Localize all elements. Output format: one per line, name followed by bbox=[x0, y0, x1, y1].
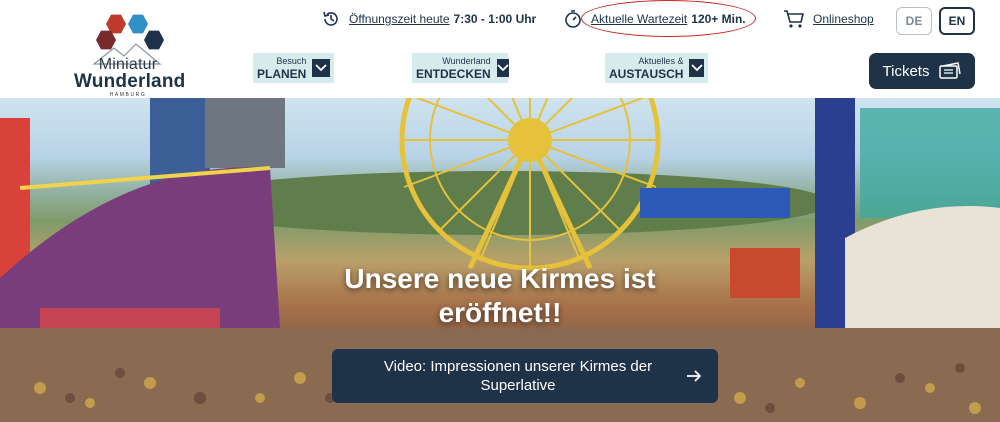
opening-hours-link[interactable]: Öffnungszeit heute bbox=[349, 12, 450, 26]
nav-aktuelles-austausch[interactable]: Aktuelles & AUSTAUSCH bbox=[605, 53, 708, 83]
hero-video-button[interactable]: Video: Impressionen unserer Kirmes der S… bbox=[332, 349, 718, 403]
chevron-down-icon bbox=[312, 59, 330, 77]
waiting-time-highlight-ring bbox=[581, 0, 756, 37]
hero-title: Unsere neue Kirmes ist eröffnet!! bbox=[344, 263, 656, 328]
nav-besuch-planen[interactable]: Besuch PLANEN bbox=[253, 53, 334, 83]
ticket-icon bbox=[939, 62, 962, 79]
nav-wunderland-big: ENTDECKEN bbox=[416, 66, 491, 81]
tickets-label: Tickets bbox=[882, 62, 930, 80]
stopwatch-icon bbox=[565, 10, 581, 28]
nav-aktuelles-big: AUSTAUSCH bbox=[609, 66, 684, 81]
tickets-button[interactable]: Tickets bbox=[869, 53, 975, 89]
opening-hours: Öffnungszeit heute 7:30 - 1:00 Uhr bbox=[321, 8, 536, 30]
hero-video-button-label: Video: Impressionen unserer Kirmes der S… bbox=[383, 358, 653, 394]
language-de-button[interactable]: DE bbox=[896, 7, 932, 35]
nav-wunderland-entdecken[interactable]: Wunderland ENTDECKEN bbox=[412, 53, 509, 83]
chevron-down-icon bbox=[689, 59, 704, 77]
nav-aktuelles-small: Aktuelles & bbox=[638, 55, 684, 66]
cart-icon bbox=[784, 10, 805, 28]
chevron-down-icon bbox=[496, 59, 509, 77]
onlineshop[interactable]: Onlineshop bbox=[783, 8, 874, 30]
onlineshop-link[interactable]: Onlineshop bbox=[813, 12, 874, 26]
nav-besuch-big: PLANEN bbox=[257, 66, 307, 81]
nav-besuch-small: Besuch bbox=[276, 55, 307, 66]
nav-wunderland-small: Wunderland bbox=[442, 55, 491, 66]
miniatur-wunderland-logo[interactable]: Miniatur Wunderland HAMBURG bbox=[74, 12, 186, 98]
opening-hours-value: 7:30 - 1:00 Uhr bbox=[453, 12, 537, 26]
arrow-right-icon bbox=[687, 370, 702, 382]
logo-text-wunderland: Wunderland bbox=[74, 71, 186, 92]
ferris-wheel bbox=[399, 98, 661, 271]
language-en-button[interactable]: EN bbox=[939, 7, 975, 35]
hero-banner: Unsere neue Kirmes ist eröffnet!! Video:… bbox=[0, 98, 1000, 422]
clock-history-icon bbox=[323, 11, 338, 26]
site-header: Miniatur Wunderland HAMBURG Öffnungszeit… bbox=[0, 0, 1000, 98]
